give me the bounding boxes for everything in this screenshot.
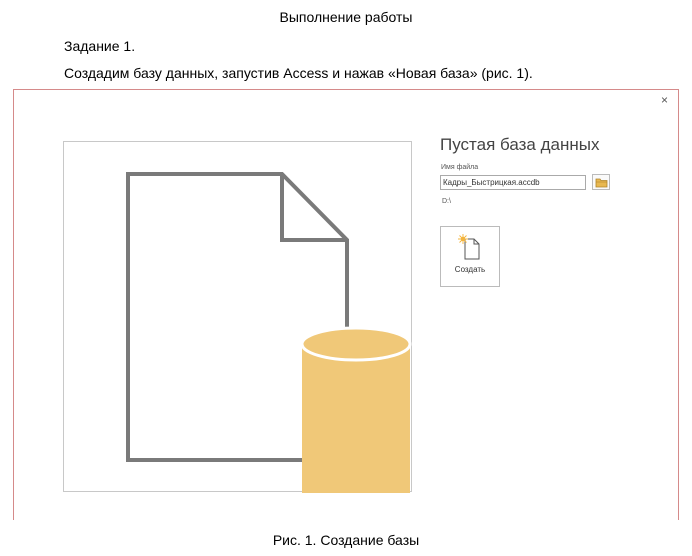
file-name-label: Имя файла	[441, 164, 479, 171]
template-preview	[63, 141, 412, 493]
database-document-illustration	[126, 172, 412, 493]
new-database-dialog: × Пустая база данных Имя файла D:\	[13, 89, 679, 520]
file-name-input[interactable]	[440, 175, 586, 190]
document-page: Выполнение работы Задание 1. Создадим ба…	[0, 0, 692, 556]
document-title: Выполнение работы	[279, 9, 413, 25]
browse-folder-button[interactable]	[592, 174, 610, 190]
new-document-sparkle-icon	[458, 234, 480, 260]
database-cylinder-top	[300, 326, 412, 362]
panel-title: Пустая база данных	[440, 135, 600, 154]
close-button[interactable]: ×	[661, 94, 668, 106]
task-heading: Задание 1.	[64, 38, 136, 54]
create-button-label: Создать	[454, 265, 486, 274]
create-button[interactable]: Создать	[440, 226, 500, 287]
database-cylinder-body	[302, 344, 410, 493]
folder-icon	[595, 178, 608, 188]
figure-caption: Рис. 1. Создание базы	[272, 532, 420, 548]
task-description: Создадим базу данных, запустив Access и …	[64, 65, 533, 81]
file-path: D:\	[442, 198, 451, 205]
